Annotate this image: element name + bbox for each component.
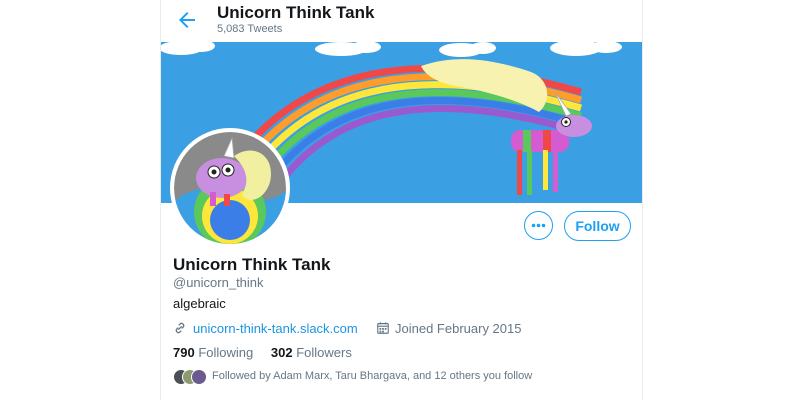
- more-icon: [531, 223, 546, 228]
- tweet-count: 5,083 Tweets: [217, 23, 283, 35]
- profile-column: Unicorn Think Tank 5,083 Tweets Follow U…: [160, 0, 643, 400]
- profile-handle: @unicorn_think: [173, 275, 264, 290]
- profile-website-link[interactable]: unicorn-think-tank.slack.com: [193, 321, 358, 336]
- header-title: Unicorn Think Tank: [217, 3, 375, 22]
- profile-stats: 790 Following 302 Followers: [173, 345, 366, 360]
- followed-by-text: Followed by Adam Marx, Taru Bhargava, an…: [212, 370, 533, 382]
- profile-avatar[interactable]: [170, 128, 290, 248]
- joined-date: Joined February 2015: [395, 321, 522, 336]
- avatar-image: [174, 132, 286, 244]
- followers-count: 302: [270, 345, 293, 360]
- link-icon: [175, 322, 185, 334]
- follow-button[interactable]: Follow: [564, 211, 631, 241]
- calendar-icon: [377, 322, 389, 334]
- following-stat[interactable]: 790 Following: [173, 345, 253, 360]
- following-count: 790: [173, 345, 195, 360]
- profile-name: Unicorn Think Tank: [173, 255, 331, 274]
- more-options-button[interactable]: [524, 211, 553, 240]
- profile-bio: algebraic: [173, 296, 226, 311]
- followers-stat[interactable]: 302 Followers: [271, 345, 352, 360]
- following-label: Following: [198, 345, 254, 360]
- back-arrow-icon[interactable]: [175, 8, 199, 32]
- followers-label: Followers: [296, 345, 352, 360]
- top-bar: Unicorn Think Tank 5,083 Tweets: [161, 0, 642, 42]
- follower-avatar: [191, 369, 207, 385]
